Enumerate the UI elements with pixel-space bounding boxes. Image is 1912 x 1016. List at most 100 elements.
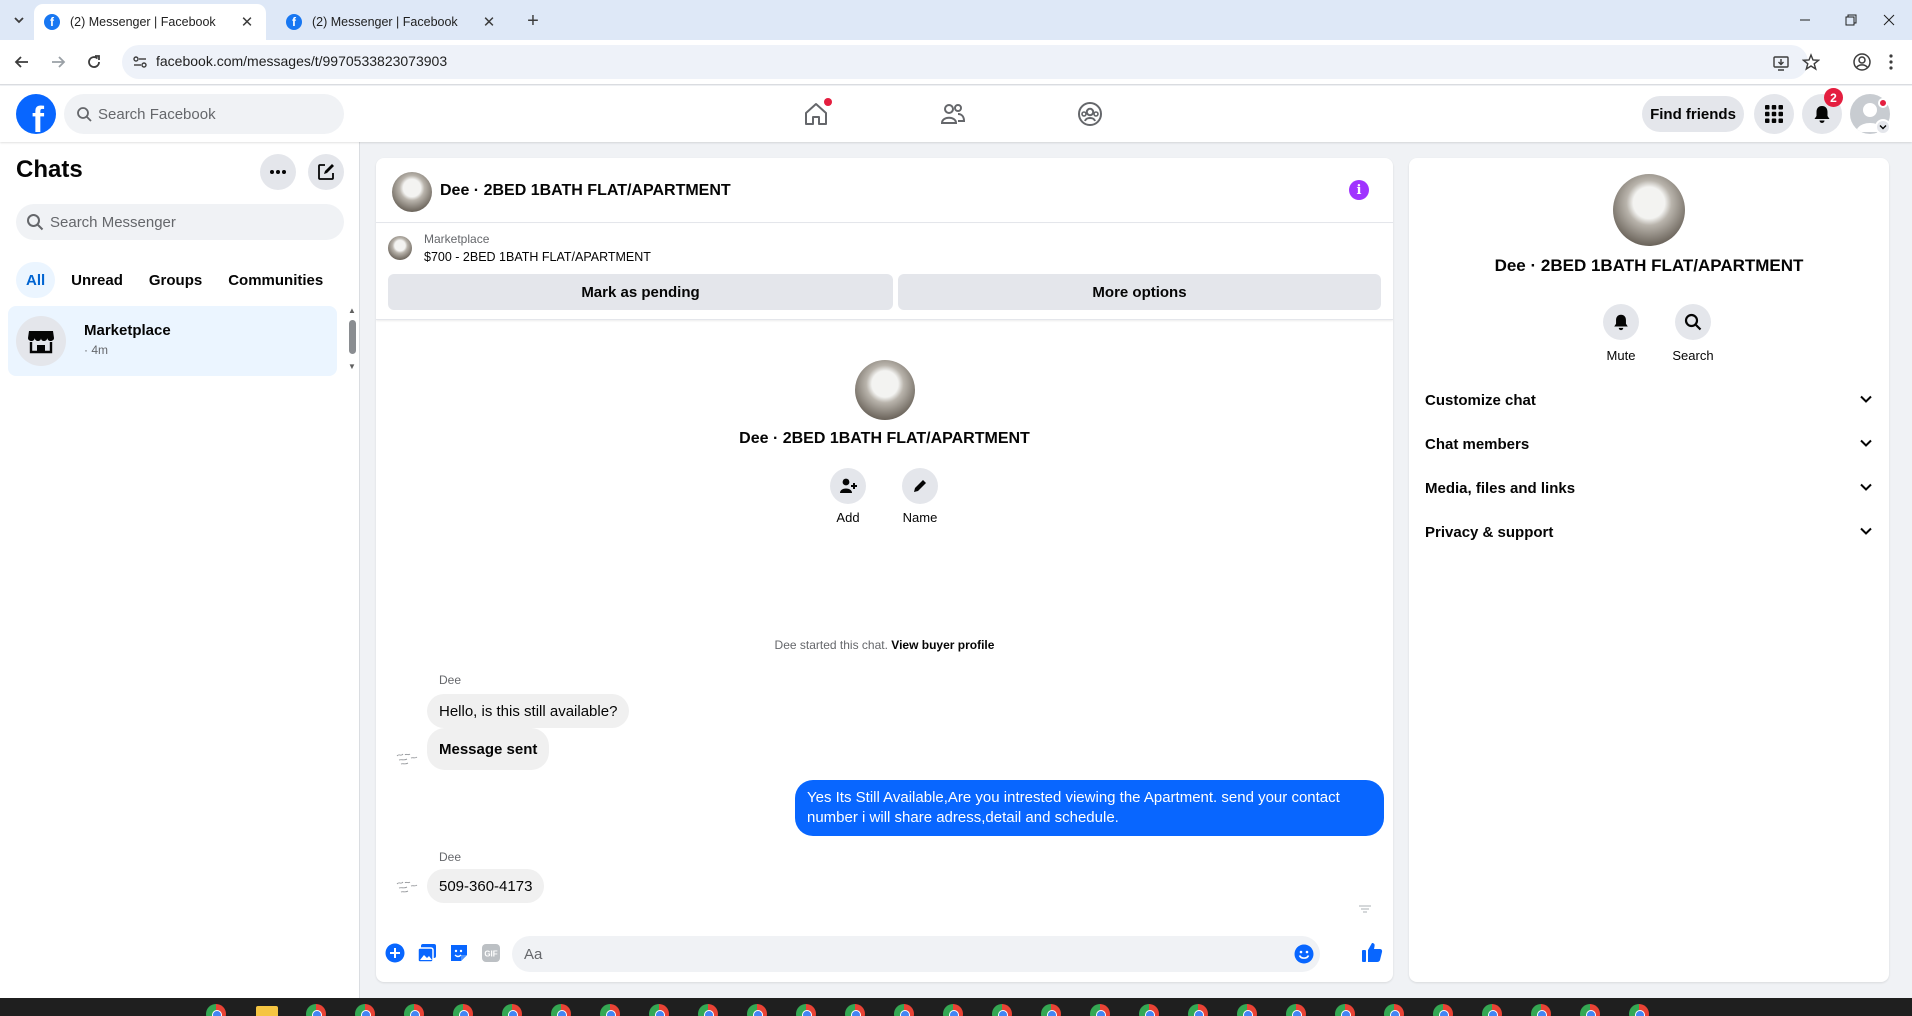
privacy-support-section[interactable]: Privacy & support <box>1417 510 1881 554</box>
scrollbar-thumb[interactable] <box>349 320 356 354</box>
chrome-taskbar-icon[interactable] <box>1629 1004 1649 1016</box>
conversation-info-icon[interactable]: i <box>1349 180 1369 200</box>
minimize-window-icon[interactable] <box>1782 0 1828 40</box>
chats-options-button[interactable] <box>260 154 296 190</box>
chrome-taskbar-icon[interactable] <box>404 1004 424 1016</box>
browser-tab-2[interactable]: f (2) Messenger | Facebook ✕ <box>276 4 508 40</box>
info-avatar[interactable] <box>1613 174 1685 246</box>
forward-arrow-icon[interactable] <box>46 50 70 74</box>
emoji-icon[interactable] <box>1294 944 1314 964</box>
mark-as-pending-button[interactable]: Mark as pending <box>388 274 893 310</box>
customize-chat-section[interactable]: Customize chat <box>1417 378 1881 422</box>
chrome-taskbar-icon[interactable] <box>1090 1004 1110 1016</box>
nav-friends[interactable] <box>897 90 1009 138</box>
chrome-taskbar-icon[interactable] <box>1335 1004 1355 1016</box>
chrome-taskbar-icon[interactable] <box>649 1004 669 1016</box>
scroll-down-arrow-icon[interactable]: ▼ <box>348 362 356 371</box>
chrome-taskbar-icon[interactable] <box>992 1004 1012 1016</box>
tab-search-chevron-icon[interactable] <box>8 10 30 30</box>
new-tab-button[interactable]: + <box>520 8 546 34</box>
mute-action[interactable]: Mute <box>1591 304 1651 363</box>
chrome-taskbar-icon[interactable] <box>1580 1004 1600 1016</box>
close-window-icon[interactable] <box>1866 0 1912 40</box>
close-tab-icon[interactable]: ✕ <box>480 13 498 31</box>
chrome-taskbar-icon[interactable] <box>698 1004 718 1016</box>
chrome-taskbar-icon[interactable] <box>894 1004 914 1016</box>
attach-photo-icon[interactable] <box>416 942 438 964</box>
chrome-taskbar-icon[interactable] <box>1482 1004 1502 1016</box>
sender-avatar[interactable] <box>393 872 421 900</box>
listing-thumbnail[interactable] <box>388 236 412 260</box>
nav-home[interactable] <box>760 90 872 138</box>
chrome-taskbar-icon[interactable] <box>1237 1004 1257 1016</box>
chrome-taskbar-icon[interactable] <box>306 1004 326 1016</box>
media-files-links-section[interactable]: Media, files and links <box>1417 466 1881 510</box>
message-input-field[interactable] <box>512 936 1320 972</box>
facebook-search-input[interactable] <box>98 94 338 134</box>
conversation-title[interactable]: Dee · 2BED 1BATH FLAT/APARTMENT <box>440 182 731 200</box>
chrome-taskbar-icon[interactable] <box>1041 1004 1061 1016</box>
outgoing-message-bubble[interactable]: Yes Its Still Available,Are you intreste… <box>795 780 1384 836</box>
view-buyer-profile-link[interactable]: View buyer profile <box>891 638 994 652</box>
install-app-icon[interactable] <box>1772 54 1790 72</box>
filter-unread[interactable]: Unread <box>61 262 133 298</box>
find-friends-button[interactable]: Find friends <box>1642 96 1744 132</box>
sidebar-scrollbar[interactable]: ▲ ▼ <box>346 306 358 376</box>
chrome-taskbar-icon[interactable] <box>502 1004 522 1016</box>
back-arrow-icon[interactable] <box>10 50 34 74</box>
search-in-chat-action[interactable]: Search <box>1663 304 1723 363</box>
file-explorer-icon[interactable] <box>256 1006 278 1016</box>
messenger-search-input[interactable] <box>50 204 330 240</box>
conversation-avatar[interactable] <box>392 172 432 212</box>
chrome-taskbar-icon[interactable] <box>1188 1004 1208 1016</box>
account-chevron-icon[interactable] <box>1875 119 1891 135</box>
scroll-up-arrow-icon[interactable]: ▲ <box>348 306 356 315</box>
more-actions-plus-icon[interactable] <box>384 942 406 964</box>
chrome-taskbar-icon[interactable] <box>453 1004 473 1016</box>
chrome-taskbar-icon[interactable] <box>551 1004 571 1016</box>
close-tab-icon[interactable]: ✕ <box>238 13 256 31</box>
chrome-taskbar-icon[interactable] <box>1433 1004 1453 1016</box>
add-people-action[interactable]: Add <box>818 468 878 525</box>
chrome-taskbar-icon[interactable] <box>747 1004 767 1016</box>
nav-groups[interactable] <box>1034 90 1146 138</box>
incoming-message-bubble[interactable]: Hello, is this still available? <box>427 694 630 728</box>
chat-members-section[interactable]: Chat members <box>1417 422 1881 466</box>
chrome-taskbar-icon[interactable] <box>845 1004 865 1016</box>
more-options-button[interactable]: More options <box>898 274 1381 310</box>
chrome-taskbar-icon[interactable] <box>796 1004 816 1016</box>
chrome-taskbar-icon[interactable] <box>355 1004 375 1016</box>
chrome-taskbar-icon[interactable] <box>1384 1004 1404 1016</box>
browser-tab-1[interactable]: f (2) Messenger | Facebook ✕ <box>34 4 266 40</box>
browser-menu-icon[interactable] <box>1888 52 1908 72</box>
chrome-taskbar-icon[interactable] <box>943 1004 963 1016</box>
new-message-button[interactable] <box>308 154 344 190</box>
name-chat-action[interactable]: Name <box>890 468 950 525</box>
incoming-message-bubble[interactable]: 509-360-4173 <box>427 869 545 903</box>
sender-avatar[interactable] <box>393 744 421 772</box>
site-settings-icon[interactable] <box>132 54 148 70</box>
facebook-search[interactable] <box>64 94 344 134</box>
chat-list-item-marketplace[interactable]: Marketplace · 4m <box>8 306 337 376</box>
messenger-search[interactable] <box>16 204 344 240</box>
filter-groups[interactable]: Groups <box>139 262 212 298</box>
reload-icon[interactable] <box>82 50 106 74</box>
thumbs-up-like-icon[interactable] <box>1360 940 1384 964</box>
filter-communities[interactable]: Communities <box>218 262 333 298</box>
gif-icon[interactable]: GIF <box>480 942 502 964</box>
chrome-taskbar-icon[interactable] <box>600 1004 620 1016</box>
profile-account-icon[interactable] <box>1852 52 1872 72</box>
facebook-logo-icon[interactable]: f <box>16 94 56 134</box>
sticker-icon[interactable] <box>448 942 470 964</box>
chrome-taskbar-icon[interactable] <box>1531 1004 1551 1016</box>
menu-grid-button[interactable] <box>1754 94 1794 134</box>
chrome-taskbar-icon[interactable] <box>1139 1004 1159 1016</box>
listing-title[interactable]: $700 - 2BED 1BATH FLAT/APARTMENT <box>424 250 651 264</box>
chrome-taskbar-icon[interactable] <box>1286 1004 1306 1016</box>
address-bar[interactable]: facebook.com/messages/t/9970533823073903 <box>122 45 1820 79</box>
bookmark-star-icon[interactable] <box>1802 53 1820 71</box>
filter-all[interactable]: All <box>16 262 56 298</box>
message-input[interactable] <box>524 936 1264 972</box>
incoming-message-bubble[interactable]: Message sent <box>427 728 550 770</box>
taskbar-app-icon[interactable] <box>206 1004 226 1016</box>
